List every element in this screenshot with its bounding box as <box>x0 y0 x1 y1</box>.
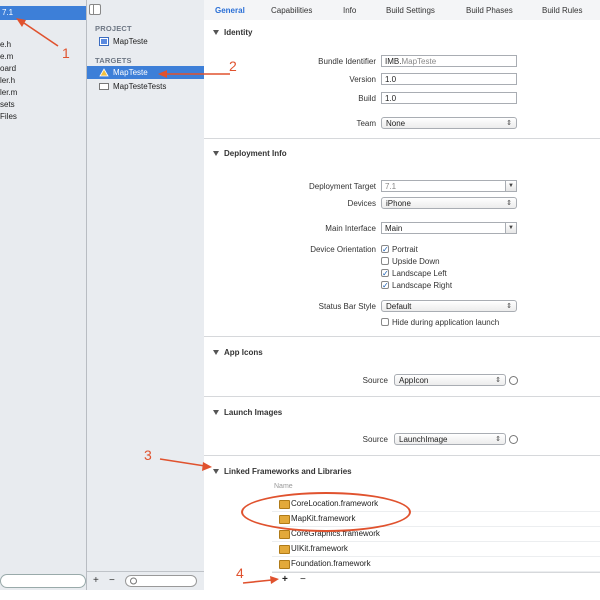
annotation-arrows <box>16 18 279 584</box>
annotation-number: 4 <box>236 565 244 581</box>
annotation-number: 3 <box>144 447 152 463</box>
annotation-number: 2 <box>229 58 237 74</box>
annotation-number: 1 <box>62 45 70 61</box>
